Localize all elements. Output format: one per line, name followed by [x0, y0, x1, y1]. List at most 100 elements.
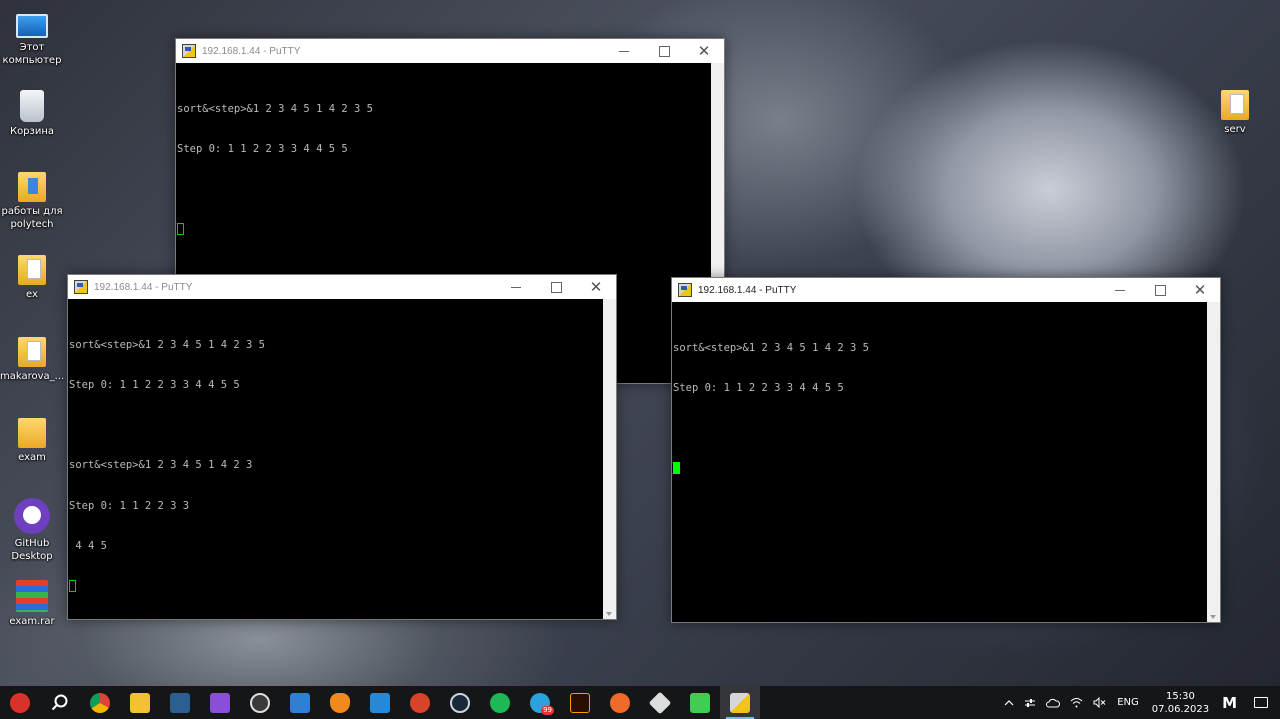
taskbar-file-explorer[interactable]: [120, 686, 160, 719]
taskbar-putty[interactable]: [720, 686, 760, 719]
taskbar-search[interactable]: [40, 686, 80, 719]
terminal-line: sort&<step>&1 2 3 4 5 1 4 2 3 5: [69, 338, 265, 351]
sql-server-icon: [170, 692, 190, 713]
desktop-icon-label: ex: [26, 289, 38, 300]
taskbar-angry-birds[interactable]: [0, 686, 40, 719]
terminal-line: sort&<step>&1 2 3 4 5 1 4 2 3 5: [673, 341, 869, 354]
taskbar-fl-studio[interactable]: [320, 686, 360, 719]
obs-icon: [250, 692, 270, 713]
taskbar-ssms[interactable]: [160, 686, 200, 719]
clock-time: 15:30: [1166, 690, 1195, 702]
desktop-icon-label: exam.rar: [9, 616, 55, 627]
taskbar-illustrator[interactable]: [560, 686, 600, 719]
chrome-icon: [90, 692, 110, 713]
maximize-button[interactable]: [644, 39, 684, 63]
title-bar[interactable]: 192.168.1.44 - PuTTY ✕: [176, 39, 724, 63]
action-center-button[interactable]: [1242, 686, 1280, 719]
show-hidden-icons-button[interactable]: [999, 686, 1019, 719]
terminal-cursor: [673, 462, 680, 475]
folder-icon: [130, 692, 150, 713]
illustrator-icon: [570, 692, 590, 713]
desktop-icon-exam-rar[interactable]: exam.rar: [0, 580, 64, 628]
maximize-button[interactable]: [536, 275, 576, 299]
clock-date: 07.06.2023: [1151, 703, 1210, 715]
taskbar-vscode[interactable]: [360, 686, 400, 719]
folder-icon: [1221, 90, 1249, 120]
terminal-output[interactable]: sort&<step>&1 2 3 4 5 1 4 2 3 5 Step 0: …: [672, 302, 1207, 622]
desktop-icon-label: serv: [1224, 124, 1246, 135]
tray-volume[interactable]: [1088, 686, 1112, 719]
desktop-icon-polytech[interactable]: работы для polytech: [0, 172, 64, 231]
taskbar-spotify[interactable]: [480, 686, 520, 719]
desktop-icon-ex[interactable]: ex: [0, 255, 64, 301]
taskbar-unity[interactable]: [640, 686, 680, 719]
desktop-icon-label: exam: [18, 452, 46, 463]
terminal-line: Step 0: 1 1 2 2 3 3 4 4 5 5: [69, 379, 240, 392]
title-bar[interactable]: 192.168.1.44 - PuTTY ✕: [672, 278, 1220, 302]
terminal-line: Step 0: 1 1 2 2 3 3 4 4 5 5: [673, 382, 844, 395]
notification-icon: [1254, 697, 1268, 708]
fl-studio-icon: [330, 692, 350, 713]
taskbar-store[interactable]: [280, 686, 320, 719]
taskbar-sublime[interactable]: [600, 686, 640, 719]
clock[interactable]: 15:30 07.06.2023: [1144, 686, 1217, 719]
desktop-icon-label: Корзина: [9, 126, 55, 137]
taskbar-telegram[interactable]: 99: [520, 686, 560, 719]
folder-icon: [18, 172, 46, 202]
qt-creator-icon: [690, 692, 710, 713]
recycle-bin-icon: [20, 90, 44, 122]
maximize-button[interactable]: [1140, 278, 1180, 302]
close-button[interactable]: ✕: [684, 39, 724, 63]
angry-birds-icon: [10, 692, 30, 713]
terminal-output[interactable]: sort&<step>&1 2 3 4 5 1 4 2 3 5 Step 0: …: [68, 299, 603, 619]
unity-icon: [648, 691, 672, 714]
computer-icon: [16, 14, 48, 38]
desktop-icon-makarova[interactable]: makarova_...: [0, 337, 64, 383]
desktop-icon-exam[interactable]: exam: [0, 418, 64, 464]
terminal-line: sort&<step>&1 2 3 4 5 1 4 2 3 5: [177, 102, 373, 115]
window-title: 192.168.1.44 - PuTTY: [94, 281, 193, 293]
taskbar-obs[interactable]: [240, 686, 280, 719]
store-icon: [290, 692, 310, 713]
vertical-scrollbar[interactable]: [603, 299, 616, 619]
desktop-icon-recycle-bin[interactable]: Корзина: [0, 90, 64, 138]
language-indicator[interactable]: ENG: [1112, 686, 1144, 719]
close-button[interactable]: ✕: [1180, 278, 1220, 302]
tray-network[interactable]: [1065, 686, 1088, 719]
volume-muted-icon: [1093, 697, 1106, 708]
close-button[interactable]: ✕: [576, 275, 616, 299]
tray-onedrive[interactable]: [1041, 686, 1065, 719]
terminal-line: 4 4 5: [69, 539, 107, 552]
terminal-cursor: [69, 580, 76, 593]
desktop-icon-this-pc[interactable]: Этот компьютер: [0, 8, 64, 67]
taskbar-steam[interactable]: [440, 686, 480, 719]
minimize-button[interactable]: [604, 39, 644, 63]
desktop-icon-serv[interactable]: serv: [1203, 90, 1267, 136]
steam-icon: [450, 692, 470, 713]
terminal-line: Step 0: 1 1 2 2 3 3: [69, 499, 190, 512]
desktop-icon-github-desktop[interactable]: GitHub Desktop: [0, 498, 64, 563]
taskbar-chrome[interactable]: [80, 686, 120, 719]
desktop-icon-label: Этот компьютер: [2, 42, 62, 66]
search-icon: [51, 694, 68, 710]
tray-app-m[interactable]: Ⅿ: [1217, 686, 1242, 719]
taskbar-visual-studio[interactable]: [200, 686, 240, 719]
tray-settings[interactable]: [1019, 686, 1041, 719]
vertical-scrollbar[interactable]: [1207, 302, 1220, 622]
m-logo-icon: Ⅿ: [1222, 693, 1237, 712]
taskbar-psiphon[interactable]: [400, 686, 440, 719]
visual-studio-icon: [210, 692, 230, 713]
spotify-icon: [490, 692, 510, 713]
desktop-icon-label: makarova_...: [0, 371, 65, 382]
taskbar-qt-creator[interactable]: [680, 686, 720, 719]
minimize-button[interactable]: [1100, 278, 1140, 302]
title-bar[interactable]: 192.168.1.44 - PuTTY ✕: [68, 275, 616, 299]
taskbar: 99 ENG 15:30 07.06.2023 Ⅿ: [0, 686, 1280, 719]
putty-icon: [74, 280, 88, 294]
folder-icon: [18, 255, 46, 285]
minimize-button[interactable]: [496, 275, 536, 299]
putty-window-2[interactable]: 192.168.1.44 - PuTTY ✕ sort&<step>&1 2 3…: [67, 274, 617, 620]
putty-window-3[interactable]: 192.168.1.44 - PuTTY ✕ sort&<step>&1 2 3…: [671, 277, 1221, 623]
winrar-archive-icon: [16, 580, 48, 612]
